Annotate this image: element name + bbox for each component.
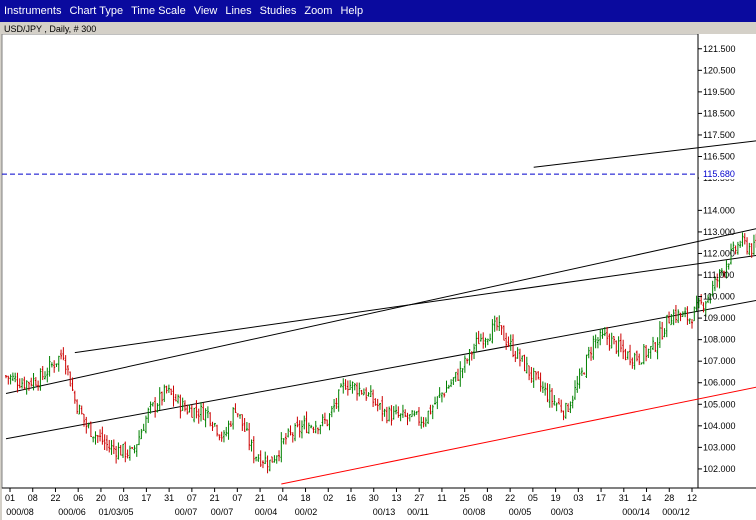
menu-studies[interactable]: Studies (256, 0, 301, 22)
y-tick-label: 114.000 (703, 205, 735, 215)
x-tick-label: 14 (642, 493, 652, 503)
x-tick-label: 19 (551, 493, 561, 503)
x-tick-label: 17 (141, 493, 151, 503)
x-tick-label: 13 (391, 493, 401, 503)
y-tick-label: 108.000 (703, 335, 736, 345)
y-tick-label: 119.500 (703, 87, 735, 97)
x-tick-label: 27 (414, 493, 424, 503)
x-tick-label: 17 (596, 493, 606, 503)
y-tick-label: 118.500 (703, 108, 735, 118)
x-tick-label: 20 (96, 493, 106, 503)
menu-lines[interactable]: Lines (221, 0, 255, 22)
menu-time-scale[interactable]: Time Scale (127, 0, 190, 22)
x-tick-label: 03 (119, 493, 129, 503)
x-tick-label: 31 (619, 493, 629, 503)
x-tick-label: 31 (164, 493, 174, 503)
x-date-label: 000/12 (662, 507, 690, 517)
x-date-label: 000/06 (58, 507, 86, 517)
x-tick-label: 18 (301, 493, 311, 503)
x-date-label: 00/03 (551, 507, 574, 517)
x-date-label: 00/13 (373, 507, 396, 517)
y-tick-label: 103.000 (703, 442, 736, 452)
menu-bar: Instruments Chart Type Time Scale View L… (0, 0, 756, 22)
x-tick-label: 30 (369, 493, 379, 503)
x-tick-label: 21 (210, 493, 220, 503)
x-tick-label: 21 (255, 493, 265, 503)
x-tick-label: 28 (664, 493, 674, 503)
x-tick-label: 08 (28, 493, 38, 503)
current-price-label: 115.680 (703, 169, 735, 179)
x-date-label: 000/14 (622, 507, 650, 517)
x-date-label: 01/03/05 (98, 507, 133, 517)
price-chart[interactable]: 121.500 120.500 119.500 118.500 117.500 116.5… (0, 34, 756, 520)
y-tick-label: 110.000 (703, 292, 735, 302)
menu-instruments[interactable]: Instruments (0, 0, 65, 22)
y-tick-label: 112.000 (703, 248, 735, 258)
y-tick-label: 102.000 (703, 464, 736, 474)
chart-title: USD/JPY , Daily, # 300 (4, 24, 97, 34)
x-date-label: 00/05 (509, 507, 532, 517)
x-tick-label: 07 (232, 493, 242, 503)
x-tick-label: 11 (437, 493, 446, 503)
y-tick-label: 104.000 (703, 421, 736, 431)
menu-chart-type[interactable]: Chart Type (65, 0, 127, 22)
y-tick-label: 117.500 (703, 130, 735, 140)
menu-zoom[interactable]: Zoom (300, 0, 336, 22)
x-date-label: 00/08 (463, 507, 486, 517)
x-tick-label: 07 (187, 493, 197, 503)
x-date-label: 000/08 (6, 507, 34, 517)
x-tick-label: 03 (573, 493, 583, 503)
x-date-label: 00/07 (211, 507, 234, 517)
y-tick-label: 106.000 (703, 378, 736, 388)
x-tick-label: 06 (73, 493, 83, 503)
x-tick-label: 04 (278, 493, 288, 503)
y-tick-label: 109.000 (703, 313, 736, 323)
menu-view[interactable]: View (190, 0, 222, 22)
x-date-label: 00/04 (255, 507, 278, 517)
x-tick-label: 08 (482, 493, 492, 503)
menu-help[interactable]: Help (336, 0, 367, 22)
x-tick-label: 12 (687, 493, 697, 503)
x-tick-label: 22 (50, 493, 60, 503)
x-date-label: 00/11 (407, 507, 429, 517)
x-tick-label: 02 (323, 493, 333, 503)
y-tick-label: 121.500 (703, 44, 736, 54)
y-tick-label: 116.500 (703, 152, 735, 162)
y-tick-label: 111.000 (703, 270, 734, 280)
x-date-label: 00/07 (175, 507, 198, 517)
y-tick-label: 120.500 (703, 65, 736, 75)
y-tick-label: 105.000 (703, 399, 736, 409)
x-tick-label: 01 (5, 493, 15, 503)
x-tick-label: 25 (460, 493, 470, 503)
x-tick-label: 22 (505, 493, 515, 503)
x-tick-label: 05 (528, 493, 538, 503)
y-tick-label: 107.000 (703, 356, 736, 366)
x-tick-label: 16 (346, 493, 356, 503)
x-date-label: 00/02 (295, 507, 318, 517)
y-tick-label: 113.000 (703, 227, 735, 237)
